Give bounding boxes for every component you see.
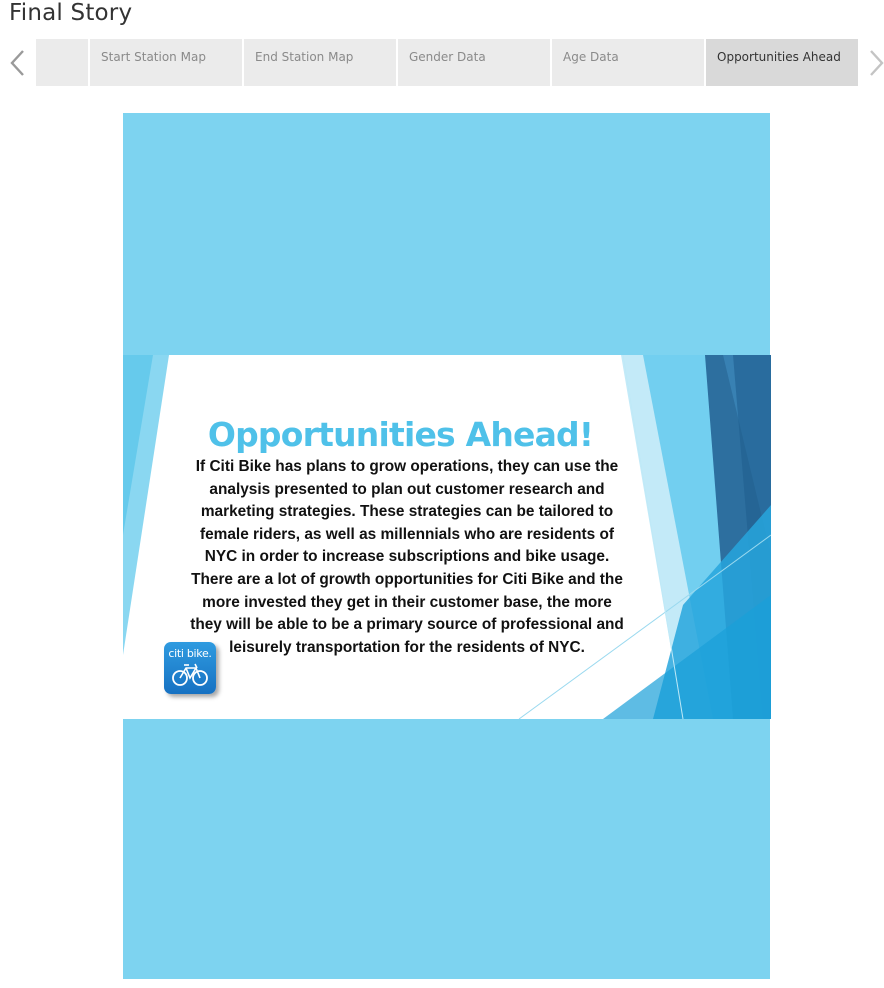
logo-text: citi bike.: [168, 647, 212, 660]
tab-start-station-map[interactable]: Start Station Map: [90, 39, 242, 86]
next-story-point-button[interactable]: [866, 48, 884, 78]
previous-story-point-button[interactable]: [8, 48, 28, 78]
slide-image: Opportunities Ahead! If Citi Bike has pl…: [123, 355, 771, 719]
slide-title: Opportunities Ahead!: [207, 415, 594, 454]
story-title: Final Story: [9, 0, 133, 26]
tab-gender-data[interactable]: Gender Data: [398, 39, 550, 86]
slide-body-text: If Citi Bike has plans to grow operation…: [190, 458, 624, 656]
chevron-right-icon: [870, 50, 884, 76]
tab-age-data[interactable]: Age Data: [552, 39, 704, 86]
tab-end-station-map[interactable]: End Station Map: [244, 39, 396, 86]
story-navigator: Start Station Map End Station Map Gender…: [36, 39, 858, 86]
tab-opportunities-ahead[interactable]: Opportunities Ahead: [706, 39, 858, 86]
citi-bike-logo: citi bike.: [164, 642, 216, 694]
chevron-left-icon: [10, 50, 24, 76]
bicycle-icon: [172, 663, 208, 686]
tab-blank[interactable]: [36, 39, 88, 86]
